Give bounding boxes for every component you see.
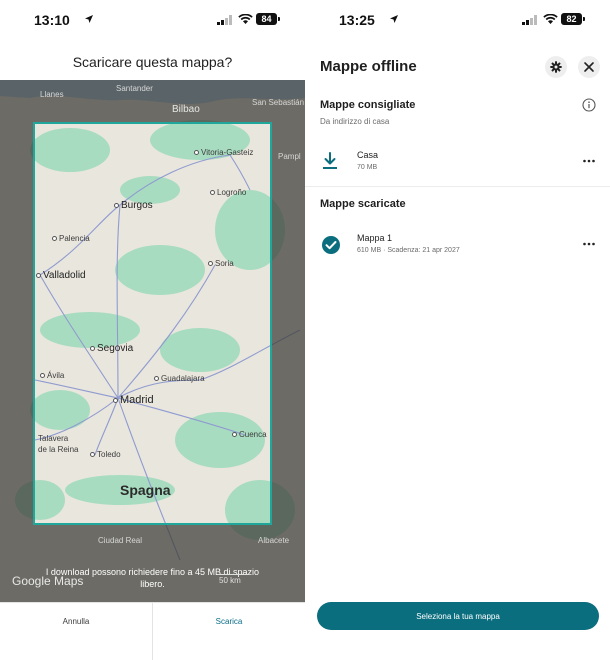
map-label: Albacete <box>258 536 290 545</box>
map-city-label: Burgos <box>114 200 153 211</box>
check-circle-icon <box>322 236 340 254</box>
map-city-label: Talavera <box>38 434 69 443</box>
city-dot-icon <box>52 236 57 242</box>
city-dot-icon <box>113 397 118 403</box>
action-bar: Annulla Scarica <box>0 602 305 660</box>
map-name: Casa <box>357 150 379 160</box>
download-icon <box>323 152 337 169</box>
download-button[interactable]: Scarica <box>153 617 305 626</box>
map-city-label: Vitoria-Gasteiz <box>194 148 253 157</box>
close-icon <box>584 62 594 72</box>
gear-icon <box>550 61 562 73</box>
city-dot-icon <box>40 373 45 379</box>
close-button[interactable] <box>578 56 600 78</box>
page-title: Scaricare questa mappa? <box>72 54 233 70</box>
map-city-label: Madrid <box>113 394 154 406</box>
map-size: 70 MB <box>357 164 378 171</box>
battery-indicator: 82 <box>561 13 585 25</box>
more-options-icon[interactable] <box>582 154 596 168</box>
cancel-button[interactable]: Annulla <box>0 617 152 626</box>
action-divider <box>152 603 153 660</box>
map-label: Santander <box>116 84 153 93</box>
list-item-downloaded-map[interactable]: Mappa 1 610 MB · Scadenza: 21 apr 2027 <box>305 229 610 269</box>
map-city-label: Ávila <box>40 371 64 380</box>
map-city-label: Valladolid <box>36 270 86 281</box>
city-dot-icon <box>208 261 213 267</box>
recommended-maps-subheading: Da indirizzo di casa <box>320 117 390 126</box>
offline-maps-screen: 13:25 82 Mappe offline Mappe consigliate <box>305 0 610 660</box>
page-title: Mappe offline <box>320 58 417 75</box>
section-divider <box>305 186 610 187</box>
status-bar: 13:10 84 <box>0 0 305 40</box>
city-dot-icon <box>90 452 95 458</box>
info-icon[interactable] <box>582 98 596 112</box>
map-view[interactable]: Llanes Santander Bilbao San Sebastián Pa… <box>0 80 305 602</box>
map-city-label: Guadalajara <box>154 374 205 383</box>
map-city-label: Palencia <box>52 234 90 243</box>
map-label: Ciudad Real <box>98 536 143 545</box>
download-map-screen: 13:10 84 Scaricare questa mappa? Llanes … <box>0 0 305 660</box>
map-details: 610 MB · Scadenza: 21 apr 2027 <box>357 247 460 254</box>
wifi-icon <box>543 14 558 24</box>
wifi-icon <box>238 14 253 24</box>
map-city-label: Segovia <box>90 343 133 354</box>
map-label: Bilbao <box>172 104 200 115</box>
city-dot-icon <box>114 202 119 208</box>
recommended-maps-heading: Mappe consigliate <box>320 99 416 111</box>
signal-icon <box>522 15 537 25</box>
map-scale: 50 km <box>219 574 249 585</box>
city-dot-icon <box>210 190 215 196</box>
more-options-icon[interactable] <box>582 237 596 251</box>
map-city-label: Logroño <box>210 188 246 197</box>
map-label: Pampl <box>278 152 301 161</box>
status-time: 13:25 <box>339 12 375 28</box>
map-city-label: de la Reina <box>38 445 79 454</box>
map-name: Mappa 1 <box>357 233 393 243</box>
map-label: San Sebastián <box>252 98 305 107</box>
city-dot-icon <box>36 272 41 278</box>
google-maps-logo: Google Maps <box>12 574 84 588</box>
map-city-label: Toledo <box>90 450 121 459</box>
location-arrow-icon <box>390 15 398 23</box>
status-time: 13:10 <box>34 12 70 28</box>
map-country-label: Spagna <box>120 482 171 498</box>
map-city-label: Soria <box>208 259 234 268</box>
map-city-label: Cuenca <box>232 430 267 439</box>
city-dot-icon <box>90 345 95 351</box>
location-arrow-icon <box>85 15 93 23</box>
city-dot-icon <box>154 376 159 382</box>
map-canvas <box>0 80 305 602</box>
list-item-recommended-map[interactable]: Casa 70 MB <box>305 146 610 186</box>
settings-button[interactable] <box>545 56 567 78</box>
status-bar: 13:25 82 <box>305 0 610 40</box>
select-map-button[interactable]: Seleziona la tua mappa <box>317 602 599 630</box>
city-dot-icon <box>194 150 199 156</box>
city-dot-icon <box>232 432 237 438</box>
downloaded-maps-heading: Mappe scaricate <box>320 198 406 210</box>
battery-indicator: 84 <box>256 13 280 25</box>
map-label: Llanes <box>40 90 64 99</box>
signal-icon <box>217 15 232 25</box>
